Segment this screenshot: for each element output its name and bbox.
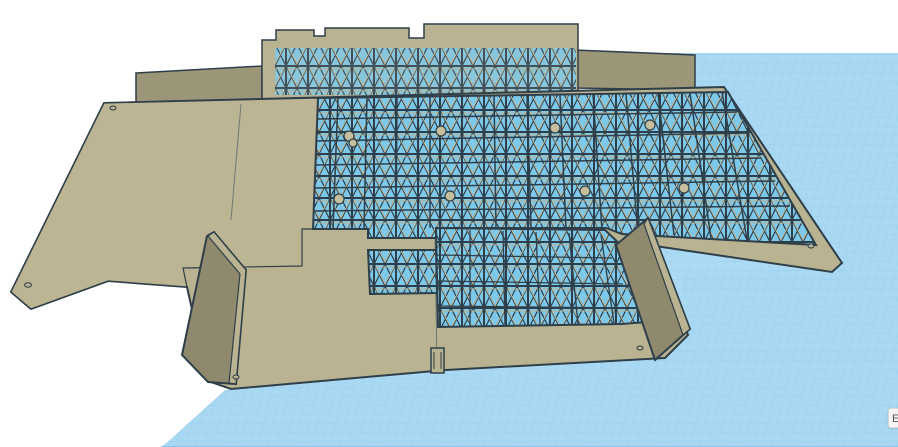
center-clip[interactable] [430, 347, 445, 374]
upper-lattice-panel[interactable] [311, 90, 818, 247]
edge-tab-label: E [892, 413, 898, 425]
3d-viewport[interactable]: E [0, 0, 898, 447]
edge-tab[interactable]: E [888, 408, 898, 428]
workplane-scene[interactable] [0, 0, 898, 447]
